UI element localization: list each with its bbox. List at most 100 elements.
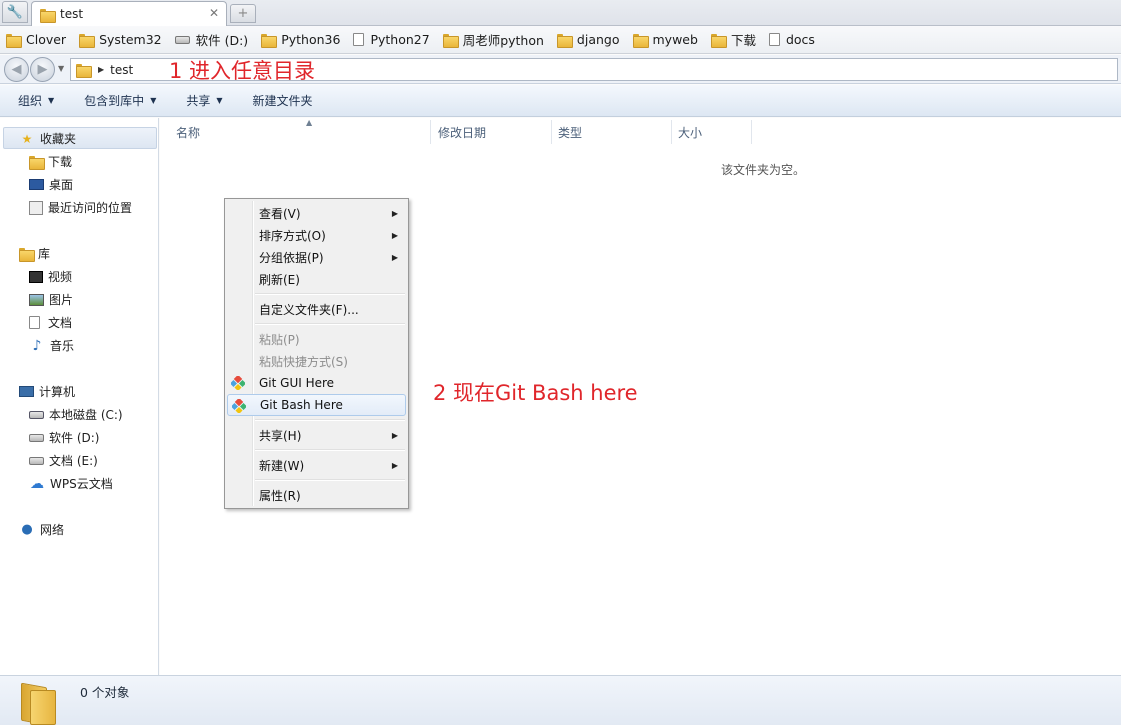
bookmark-clover[interactable]: Clover (6, 32, 66, 48)
tab-strip: 🔧 test ✕ + (0, 0, 1121, 26)
folder-icon (6, 33, 22, 48)
organize-menu[interactable]: 组织 ▼ (18, 92, 54, 109)
folder-icon (76, 63, 92, 78)
menu-item-paste[interactable]: 粘贴(P) (227, 328, 406, 350)
include-in-library-menu[interactable]: 包含到库中 ▼ (84, 92, 156, 109)
menu-item-new[interactable]: 新建(W) ▶ (227, 454, 406, 476)
menu-item-view[interactable]: 查看(V) ▶ (227, 202, 406, 224)
wrench-icon[interactable]: 🔧 (2, 1, 28, 23)
submenu-arrow-icon: ▶ (391, 460, 398, 470)
menu-item-refresh[interactable]: 刷新(E) (227, 268, 406, 290)
nav-computer[interactable]: 计算机 (19, 383, 75, 400)
nav-drive-e[interactable]: 文档 (E:) (29, 452, 98, 469)
drive-icon (29, 433, 44, 442)
nav-drive-c[interactable]: 本地磁盘 (C:) (29, 406, 123, 423)
folder-icon (79, 33, 96, 48)
nav-network[interactable]: ● 网络 (19, 521, 64, 538)
chevron-down-icon: ▼ (48, 96, 55, 105)
folder-icon (40, 8, 56, 23)
item-count: 0 个对象 (80, 685, 130, 700)
bookmark-python27[interactable]: Python27 (353, 32, 430, 47)
menu-item-customize-folder[interactable]: 自定义文件夹(F)... (227, 298, 406, 320)
download-folder-icon (710, 33, 727, 48)
context-menu: 查看(V) ▶ 排序方式(O) ▶ 分组依据(P) ▶ 刷新(E) 自定义文件夹(F)… (224, 198, 409, 509)
chevron-down-icon: ▼ (216, 96, 223, 105)
library-icon (19, 247, 35, 262)
sort-ascending-icon: ▲ (306, 118, 313, 127)
bookmarks-bar: Clover System32 软件 (D:) Python36 Python2… (0, 26, 1121, 54)
nav-drive-d[interactable]: 软件 (D:) (29, 429, 99, 446)
status-bar: 0 个对象 (0, 675, 1121, 725)
column-type[interactable]: 类型 (552, 120, 672, 144)
annotation-step-1: 1 进入任意目录 (169, 59, 316, 83)
tab-label: test (60, 7, 84, 21)
new-tab-button[interactable]: + (230, 4, 256, 23)
bookmark-django[interactable]: django (556, 32, 620, 48)
nav-videos[interactable]: 视频 (29, 268, 72, 285)
nav-favorites[interactable]: ★ 收藏夹 (19, 130, 76, 147)
git-icon (231, 376, 245, 390)
column-size[interactable]: 大小 (672, 120, 752, 144)
menu-item-paste-shortcut[interactable]: 粘贴快捷方式(S) (227, 350, 406, 372)
breadcrumb-separator-icon[interactable]: ▶ (98, 65, 104, 74)
menu-separator (255, 323, 405, 325)
menu-item-share[interactable]: 共享(H) ▶ (227, 424, 406, 446)
bookmark-downloads[interactable]: 下载 (710, 30, 756, 49)
git-icon (232, 399, 246, 413)
nav-music[interactable]: ♪ 音乐 (29, 337, 74, 354)
windows-drive-icon (29, 410, 44, 419)
page-icon (353, 33, 365, 46)
drive-icon (29, 456, 44, 465)
menu-item-group-by[interactable]: 分组依据(P) ▶ (227, 246, 406, 268)
navigation-pane: ★ 收藏夹 下载 桌面 最近访问的位置 库 视频 图片 文档 ♪ 音乐 计算机 … (0, 118, 159, 675)
column-name[interactable]: ▲ 名称 (170, 118, 431, 144)
menu-separator (255, 449, 405, 451)
folder-icon (261, 33, 278, 48)
nav-wps-cloud[interactable]: ☁ WPS云文档 (29, 475, 113, 492)
drive-icon (174, 35, 190, 44)
bookmark-system32[interactable]: System32 (79, 32, 162, 48)
back-button[interactable]: ◀ (4, 57, 29, 82)
music-icon: ♪ (32, 337, 42, 354)
nav-documents[interactable]: 文档 (29, 314, 72, 331)
share-menu[interactable]: 共享 ▼ (186, 92, 222, 109)
folder-icon (556, 33, 573, 48)
empty-folder-message: 该文件夹为空。 (721, 163, 806, 177)
recent-places-icon (29, 200, 43, 215)
annotation-step-2: 2 现在Git Bash here (433, 381, 638, 405)
video-icon (29, 270, 43, 283)
submenu-arrow-icon: ▶ (391, 230, 398, 240)
menu-item-git-gui-here[interactable]: Git GUI Here (227, 372, 406, 394)
breadcrumb-test[interactable]: test (110, 63, 133, 77)
nav-libraries[interactable]: 库 (19, 245, 50, 262)
new-folder-button[interactable]: 新建文件夹 (253, 92, 313, 109)
submenu-arrow-icon: ▶ (391, 208, 398, 218)
nav-pictures[interactable]: 图片 (29, 291, 73, 308)
folder-icon (18, 684, 56, 725)
picture-icon (29, 293, 44, 306)
bookmark-docs[interactable]: docs (768, 32, 815, 47)
menu-item-sort-by[interactable]: 排序方式(O) ▶ (227, 224, 406, 246)
folder-icon (632, 33, 649, 48)
bookmark-drive-d[interactable]: 软件 (D:) (174, 30, 248, 49)
nav-recent-places[interactable]: 最近访问的位置 (29, 199, 132, 216)
star-icon: ★ (21, 131, 33, 146)
forward-button[interactable]: ▶ (30, 57, 55, 82)
menu-item-properties[interactable]: 属性(R) (227, 484, 406, 506)
cloud-icon: ☁ (30, 475, 44, 492)
download-folder-icon (29, 155, 45, 170)
nav-downloads[interactable]: 下载 (29, 153, 72, 170)
column-modified-date[interactable]: 修改日期 (432, 120, 552, 144)
bookmark-zhou-python[interactable]: 周老师python (442, 30, 544, 49)
nav-desktop[interactable]: 桌面 (29, 176, 73, 193)
document-icon (29, 316, 40, 329)
menu-separator (255, 419, 405, 421)
close-tab-icon[interactable]: ✕ (209, 6, 219, 20)
submenu-arrow-icon: ▶ (391, 430, 398, 440)
tab-test[interactable]: test ✕ (31, 1, 227, 26)
recent-pages-dropdown-icon[interactable]: ▼ (58, 64, 64, 73)
bookmark-python36[interactable]: Python36 (261, 32, 340, 48)
menu-item-git-bash-here[interactable]: Git Bash Here (227, 394, 406, 416)
network-icon: ● (21, 521, 33, 537)
bookmark-myweb[interactable]: myweb (632, 32, 698, 48)
